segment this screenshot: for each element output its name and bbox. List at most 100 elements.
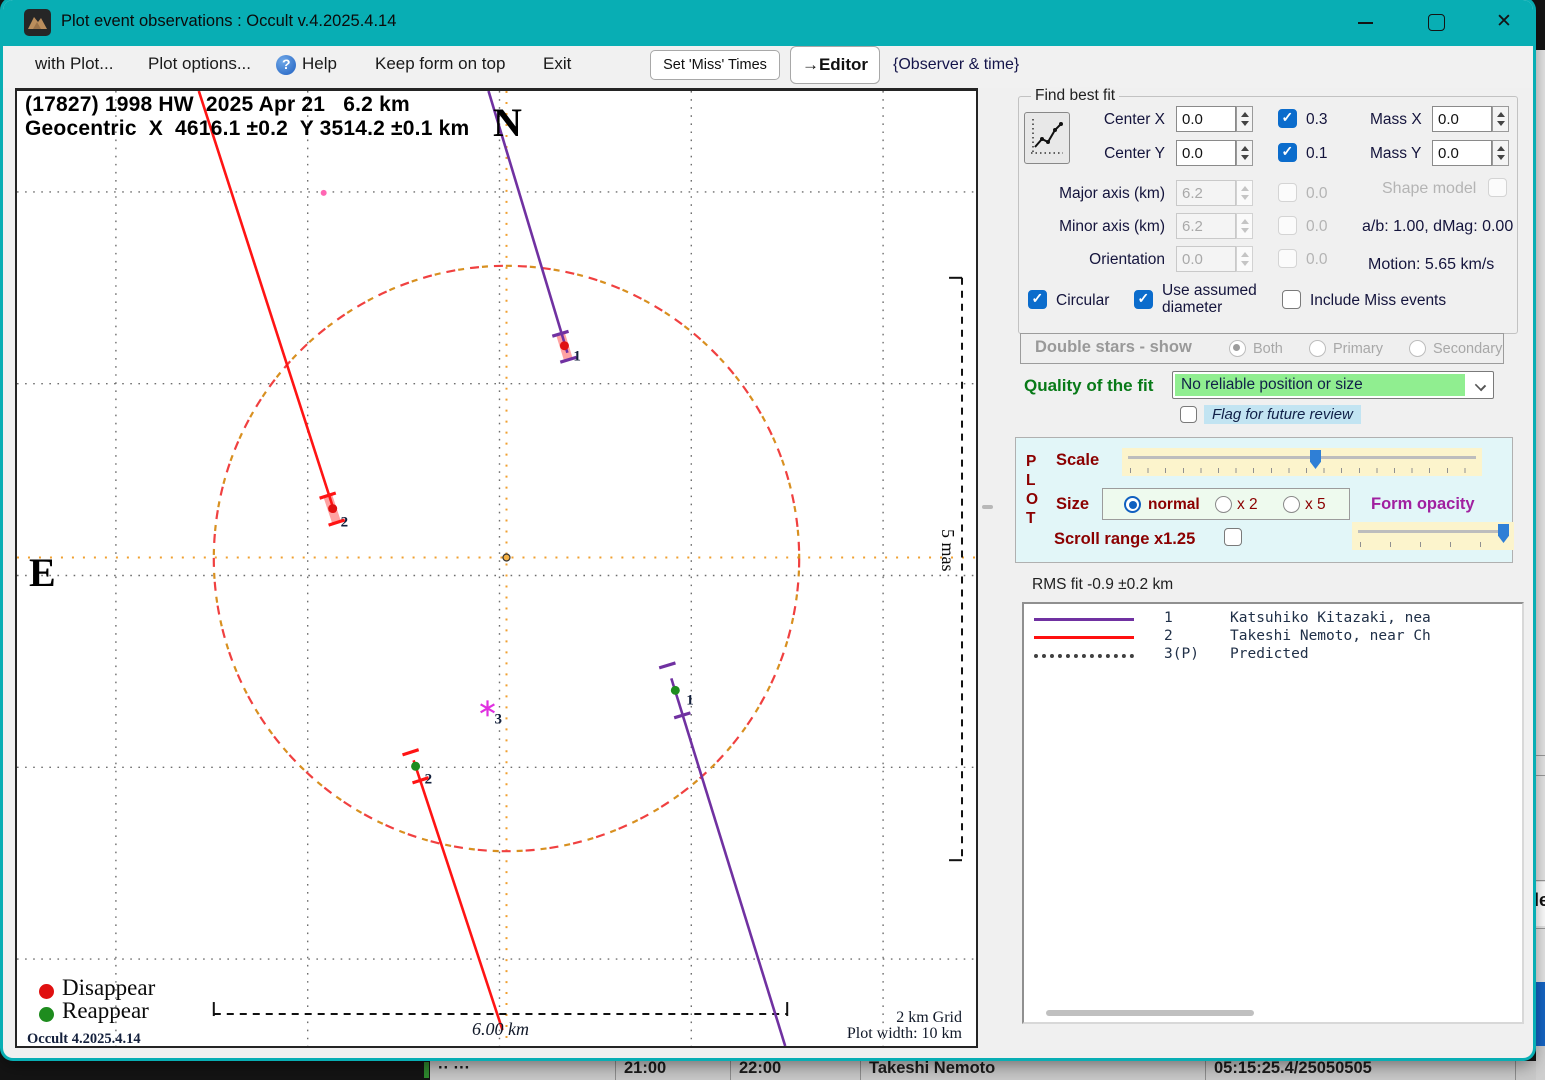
center-y-spinner[interactable] bbox=[1236, 140, 1253, 166]
quality-of-fit-dropdown[interactable]: No reliable position or size bbox=[1172, 371, 1494, 399]
east-label: E bbox=[29, 549, 56, 596]
find-best-fit-label: Find best fit bbox=[1031, 87, 1119, 105]
close-icon: ✕ bbox=[1496, 10, 1512, 33]
flag-review-checkbox[interactable] bbox=[1180, 406, 1197, 423]
menu-help[interactable]: Help bbox=[302, 54, 337, 74]
close-button[interactable]: ✕ bbox=[1484, 0, 1530, 46]
center-x-fit-checkbox[interactable] bbox=[1278, 109, 1297, 128]
occultation-plot[interactable]: 11223 (17827) 1998 HW 2025 Apr 21 6.2 km… bbox=[15, 88, 978, 1048]
help-question-icon[interactable] bbox=[276, 55, 296, 75]
menu-exit[interactable]: Exit bbox=[543, 54, 571, 74]
run-fit-button[interactable] bbox=[1024, 112, 1070, 164]
orientation-label: Orientation bbox=[1048, 251, 1165, 269]
minimize-button[interactable] bbox=[1343, 0, 1389, 46]
mass-x-input[interactable] bbox=[1432, 106, 1492, 132]
size-normal-label: normal bbox=[1148, 496, 1200, 514]
chevron-down-icon bbox=[1475, 380, 1486, 391]
bg-fragment: 22:00 bbox=[739, 1061, 860, 1078]
size-x2-radio[interactable] bbox=[1215, 496, 1232, 513]
mass-y-input[interactable] bbox=[1432, 140, 1492, 166]
observer-list[interactable]: 1 Katsuhiko Kitazaki, nea 2 Takeshi Nemo… bbox=[1022, 602, 1524, 1024]
include-miss-events-checkbox[interactable] bbox=[1282, 290, 1301, 309]
editor-button[interactable]: →Editor bbox=[790, 46, 880, 84]
app-window: Plot event observations : Occult v.4.202… bbox=[3, 0, 1533, 1058]
minor-axis-input bbox=[1176, 213, 1236, 239]
size-x5-label: x 5 bbox=[1305, 496, 1326, 514]
observer-time-label: {Observer & time} bbox=[893, 56, 1019, 74]
quality-of-fit-label: Quality of the fit bbox=[1024, 376, 1153, 396]
observer-name: Katsuhiko Kitazaki, nea bbox=[1230, 610, 1431, 626]
app-mountain-icon bbox=[24, 9, 51, 36]
bg-fragment: 05:15:25.4/25050505 bbox=[1214, 1061, 1515, 1078]
svg-text:1: 1 bbox=[686, 692, 693, 708]
mass-x-label: Mass X bbox=[1370, 111, 1422, 129]
form-opacity-slider[interactable] bbox=[1352, 522, 1514, 550]
size-x5-radio[interactable] bbox=[1283, 496, 1300, 513]
motion-label: Motion: 5.65 km/s bbox=[1368, 256, 1494, 274]
plot-controls-panel: PLOT Scale Size normal x 2 x 5 Form opac… bbox=[1015, 437, 1513, 563]
size-normal-radio[interactable] bbox=[1124, 496, 1141, 513]
center-x-spinner[interactable] bbox=[1236, 106, 1253, 132]
observer-number: 3(P) bbox=[1164, 646, 1199, 662]
major-axis-spinner bbox=[1236, 180, 1253, 206]
circular-checkbox[interactable] bbox=[1028, 290, 1047, 309]
observer-row[interactable]: 1 Katsuhiko Kitazaki, nea bbox=[1034, 610, 1121, 629]
bg-fragment: 21:00 bbox=[624, 1061, 730, 1078]
circular-label: Circular bbox=[1056, 292, 1109, 310]
size-radio-group: normal x 2 x 5 bbox=[1102, 488, 1350, 520]
menu-with-plot[interactable]: with Plot... bbox=[35, 54, 113, 74]
double-stars-group: Double stars - show Both Primary Seconda… bbox=[1020, 333, 1504, 364]
mass-y-spinner[interactable] bbox=[1492, 140, 1509, 166]
minor-axis-step-label: 0.0 bbox=[1306, 218, 1328, 236]
predicted-line-sample bbox=[1034, 654, 1134, 658]
mas-scale-label: 5 mas bbox=[937, 529, 958, 572]
double-stars-primary-label: Primary bbox=[1333, 341, 1383, 357]
maximize-button[interactable] bbox=[1414, 0, 1460, 46]
svg-text:3: 3 bbox=[495, 711, 502, 727]
scale-slider-thumb[interactable] bbox=[1310, 450, 1321, 469]
scroll-range-checkbox[interactable] bbox=[1224, 528, 1242, 546]
quality-of-fit-value: No reliable position or size bbox=[1175, 374, 1465, 396]
observer-row[interactable]: 3(P) Predicted bbox=[1034, 646, 1121, 665]
background-blue-block bbox=[1536, 982, 1545, 1046]
maximize-icon bbox=[1428, 14, 1445, 31]
scale-slider[interactable] bbox=[1122, 448, 1482, 476]
mass-x-spinner[interactable] bbox=[1492, 106, 1509, 132]
double-stars-both-radio bbox=[1229, 340, 1246, 357]
center-y-input[interactable] bbox=[1176, 140, 1236, 166]
observer-row[interactable]: 2 Takeshi Nemoto, near Ch bbox=[1034, 628, 1121, 647]
center-y-label: Center Y bbox=[1070, 145, 1165, 163]
double-stars-label: Double stars - show bbox=[1035, 338, 1192, 357]
svg-text:2: 2 bbox=[341, 515, 348, 531]
use-assumed-diameter-checkbox[interactable] bbox=[1134, 290, 1153, 309]
use-assumed-label-2: diameter bbox=[1162, 299, 1222, 316]
double-stars-secondary-label: Secondary bbox=[1433, 341, 1502, 357]
svg-text:1: 1 bbox=[573, 349, 580, 365]
orientation-spinner bbox=[1236, 246, 1253, 272]
form-opacity-slider-thumb[interactable] bbox=[1498, 524, 1509, 543]
background-sliver bbox=[424, 1062, 429, 1078]
bg-fragment-right: le bbox=[1536, 890, 1545, 911]
observer-number: 1 bbox=[1164, 610, 1173, 626]
scale-bar-label: 6.00 km bbox=[472, 1019, 529, 1040]
double-stars-both-label: Both bbox=[1253, 341, 1283, 357]
menu-keep-on-top[interactable]: Keep form on top bbox=[375, 54, 505, 74]
center-y-fit-checkbox[interactable] bbox=[1278, 143, 1297, 162]
desktop-background: ·· ··· 21:00 22:00 Takeshi Nemoto 05:15:… bbox=[0, 0, 1545, 1080]
menu-bar: with Plot... Plot options... Help Keep f… bbox=[3, 46, 1533, 88]
svg-text:2: 2 bbox=[425, 771, 432, 787]
menu-plot-options[interactable]: Plot options... bbox=[148, 54, 251, 74]
minor-axis-spinner bbox=[1236, 213, 1253, 239]
observer-name: Takeshi Nemoto, near Ch bbox=[1230, 628, 1431, 644]
center-x-input[interactable] bbox=[1176, 106, 1236, 132]
chart-icon bbox=[1027, 113, 1067, 159]
title-bar[interactable]: Plot event observations : Occult v.4.202… bbox=[3, 0, 1533, 46]
set-miss-times-button[interactable]: Set 'Miss' Times bbox=[650, 50, 780, 80]
horizontal-scrollbar[interactable] bbox=[1046, 1010, 1254, 1016]
observer-name: Predicted bbox=[1230, 646, 1309, 662]
shape-model-checkbox bbox=[1488, 178, 1507, 197]
splitter-handle[interactable] bbox=[982, 505, 993, 509]
major-axis-fit-checkbox bbox=[1278, 183, 1297, 202]
shape-model-label: Shape model bbox=[1382, 180, 1476, 198]
center-x-step-label: 0.3 bbox=[1306, 111, 1328, 129]
